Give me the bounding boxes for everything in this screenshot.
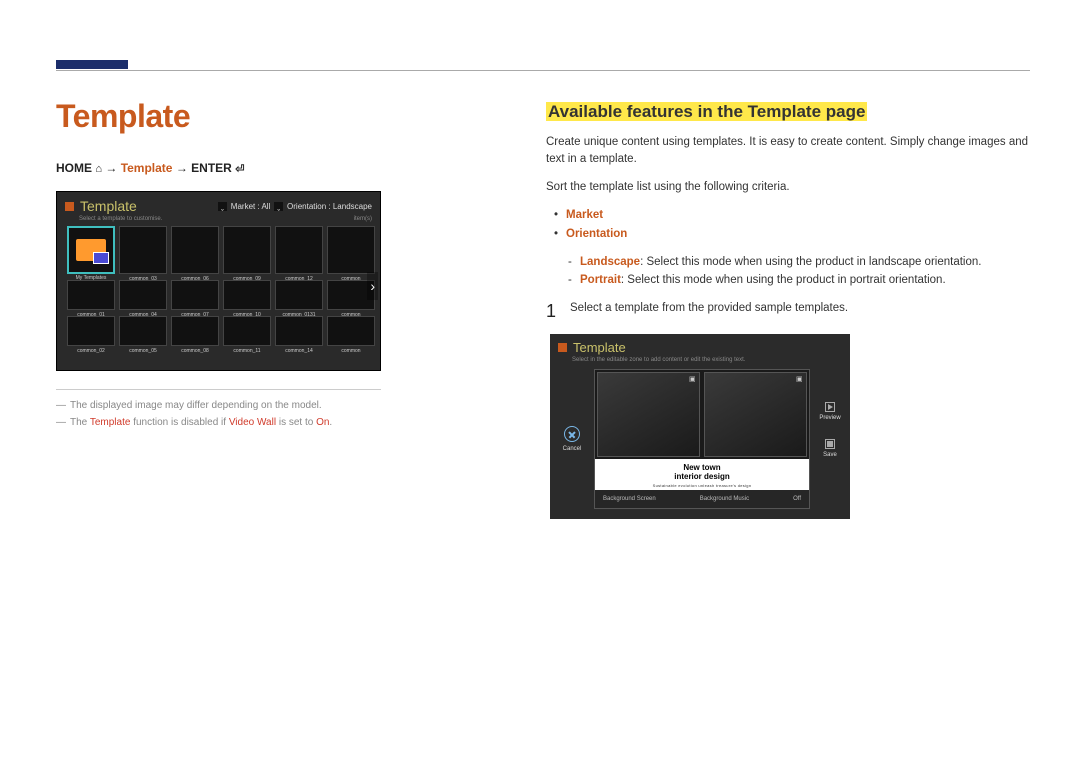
template-item-mytemplates[interactable]: My Templates — [67, 226, 115, 274]
preview-bottom-bar: Background Screen Background Music Off — [595, 490, 809, 508]
bg-music-label[interactable]: Background Music — [700, 496, 749, 502]
criteria-orientation: Orientation — [546, 225, 1030, 245]
intro-paragraph: Create unique content using templates. I… — [546, 134, 1030, 169]
breadcrumb-enter: ENTER — [191, 161, 232, 175]
app-icon — [65, 202, 74, 211]
sort-paragraph: Sort the template list using the followi… — [546, 179, 1030, 196]
close-icon — [564, 426, 580, 442]
page-top-rule — [56, 60, 1030, 71]
image-zone-right[interactable]: ▣ — [704, 372, 807, 457]
ss1-title: Template — [80, 198, 137, 214]
breadcrumb-arrow: → — [176, 161, 188, 175]
ss1-hint: Select a template to customise. — [79, 216, 162, 222]
preview-button[interactable]: Preview — [810, 402, 850, 421]
right-column: Available features in the Template page … — [546, 98, 1030, 519]
text-zone[interactable]: New town interior design Sustainable evo… — [595, 459, 809, 490]
breadcrumb-template: Template — [121, 161, 173, 175]
section-heading: Available features in the Template page — [546, 102, 867, 121]
template-item[interactable]: common_11 — [223, 316, 271, 346]
note-videowall: ―The Template function is disabled if Vi… — [56, 417, 486, 428]
step-1: 1 Select a template from the provided sa… — [546, 302, 1030, 320]
enter-icon: ⏎ — [235, 163, 244, 175]
criteria-market: Market — [546, 206, 1030, 226]
orientation-portrait: Portrait: Select this mode when using th… — [566, 271, 1030, 289]
divider — [56, 389, 381, 390]
template-item[interactable]: common_01 — [67, 280, 115, 310]
accent-block — [56, 60, 128, 69]
template-item[interactable]: common_10 — [223, 280, 271, 310]
bg-screen-label[interactable]: Background Screen — [603, 496, 656, 502]
left-column: Template HOME ⌂ → Template → ENTER ⏎ Tem… — [56, 98, 486, 519]
orientation-landscape: Landscape: Select this mode when using t… — [566, 253, 1030, 271]
template-item[interactable]: common — [327, 226, 375, 274]
save-button[interactable]: Save — [810, 439, 850, 458]
ss1-items: item(s) — [354, 216, 372, 222]
template-item[interactable]: common_0131 — [275, 280, 323, 310]
breadcrumb-home: HOME — [56, 161, 92, 175]
breadcrumb: HOME ⌂ → Template → ENTER ⏎ — [56, 161, 486, 175]
breadcrumb-arrow: → — [105, 161, 117, 175]
orientation-sublist: Landscape: Select this mode when using t… — [546, 253, 1030, 290]
template-item[interactable]: common_08 — [171, 316, 219, 346]
chevron-down-icon[interactable]: ˬ — [274, 202, 283, 211]
template-item[interactable]: common_12 — [275, 226, 323, 274]
template-editor-screenshot: Template Select in the editable zone to … — [550, 334, 850, 519]
app-icon — [558, 343, 567, 352]
template-item[interactable]: common — [327, 316, 375, 346]
market-dropdown[interactable]: Market : All — [231, 202, 271, 211]
criteria-list: Market Orientation — [546, 206, 1030, 245]
chevron-down-icon[interactable]: ˬ — [218, 202, 227, 211]
template-item[interactable]: common_07 — [171, 280, 219, 310]
template-item[interactable]: common_09 — [223, 226, 271, 274]
step-number: 1 — [546, 302, 556, 320]
folder-icon — [76, 239, 106, 261]
top-divider — [56, 70, 1030, 71]
template-item[interactable]: common_06 — [171, 226, 219, 274]
step-text: Select a template from the provided samp… — [570, 302, 848, 314]
next-page-arrow-icon[interactable]: › — [367, 272, 378, 300]
image-zone-left[interactable]: ▣ — [597, 372, 700, 457]
ss2-hint: Select in the editable zone to add conte… — [550, 357, 850, 363]
side-actions: Preview Save — [810, 402, 850, 476]
template-item[interactable]: common_02 — [67, 316, 115, 346]
note-model-disclaimer: ―The displayed image may differ dependin… — [56, 400, 486, 411]
play-icon — [825, 402, 835, 412]
template-preview: ▣ ▣ New town interior design Sustainable… — [594, 369, 810, 509]
image-icon: ▣ — [689, 375, 697, 383]
home-icon: ⌂ — [95, 163, 102, 175]
template-item[interactable]: common_05 — [119, 316, 167, 346]
ss2-title: Template — [573, 340, 626, 355]
page-title: Template — [56, 98, 486, 135]
template-item[interactable]: common_14 — [275, 316, 323, 346]
bg-music-value: Off — [793, 496, 801, 502]
cancel-button[interactable]: Cancel — [550, 426, 594, 452]
template-grid-screenshot: Template ˬ Market : All ˬ Orientation : … — [56, 191, 381, 371]
orientation-dropdown[interactable]: Orientation : Landscape — [287, 202, 372, 211]
template-item[interactable]: common_04 — [119, 280, 167, 310]
save-icon — [825, 439, 835, 449]
image-icon: ▣ — [796, 375, 804, 383]
template-item[interactable]: common_03 — [119, 226, 167, 274]
